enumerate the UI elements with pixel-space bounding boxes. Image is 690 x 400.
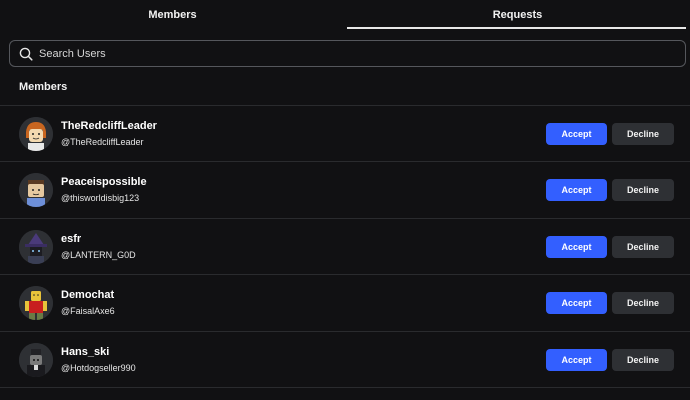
display-name: TheRedcliffLeader: [61, 120, 157, 132]
avatar: [19, 173, 53, 207]
tab-members[interactable]: Members: [0, 0, 345, 30]
username: @thisworldisbig123: [61, 193, 140, 203]
avatar: [19, 117, 53, 151]
accept-button[interactable]: Accept: [546, 179, 607, 201]
request-row: Hans_ski @Hotdogseller990 Accept Decline: [0, 332, 690, 388]
request-row: Demochat @FaisalAxe6 Accept Decline: [0, 275, 690, 331]
username: @LANTERN_G0D: [61, 250, 136, 260]
avatar: [19, 230, 53, 264]
username: @TheRedcliffLeader: [61, 137, 144, 147]
accept-button[interactable]: Accept: [546, 349, 607, 371]
username: @Hotdogseller990: [61, 363, 136, 373]
decline-button[interactable]: Decline: [612, 236, 674, 258]
request-row: esfr @LANTERN_G0D Accept Decline: [0, 219, 690, 275]
display-name: Demochat: [61, 289, 115, 301]
search-icon: [19, 47, 33, 61]
section-title: Members: [19, 81, 68, 93]
divider: [0, 387, 690, 388]
display-name: Hans_ski: [61, 346, 110, 358]
search-input[interactable]: [39, 47, 639, 60]
accept-button[interactable]: Accept: [546, 123, 607, 145]
decline-button[interactable]: Decline: [612, 179, 674, 201]
accept-button[interactable]: Accept: [546, 292, 607, 314]
tab-bar: Members Requests: [0, 0, 690, 30]
display-name: esfr: [61, 233, 82, 245]
decline-button[interactable]: Decline: [612, 349, 674, 371]
request-row: TheRedcliffLeader @TheRedcliffLeader Acc…: [0, 106, 690, 162]
decline-button[interactable]: Decline: [612, 123, 674, 145]
accept-button[interactable]: Accept: [546, 236, 607, 258]
decline-button[interactable]: Decline: [612, 292, 674, 314]
search-bar[interactable]: [9, 40, 686, 67]
request-row: Peaceispossible @thisworldisbig123 Accep…: [0, 162, 690, 218]
tab-requests[interactable]: Requests: [345, 0, 690, 30]
avatar: [19, 286, 53, 320]
display-name: Peaceispossible: [61, 176, 147, 188]
avatar: [19, 343, 53, 377]
username: @FaisalAxe6: [61, 306, 115, 316]
